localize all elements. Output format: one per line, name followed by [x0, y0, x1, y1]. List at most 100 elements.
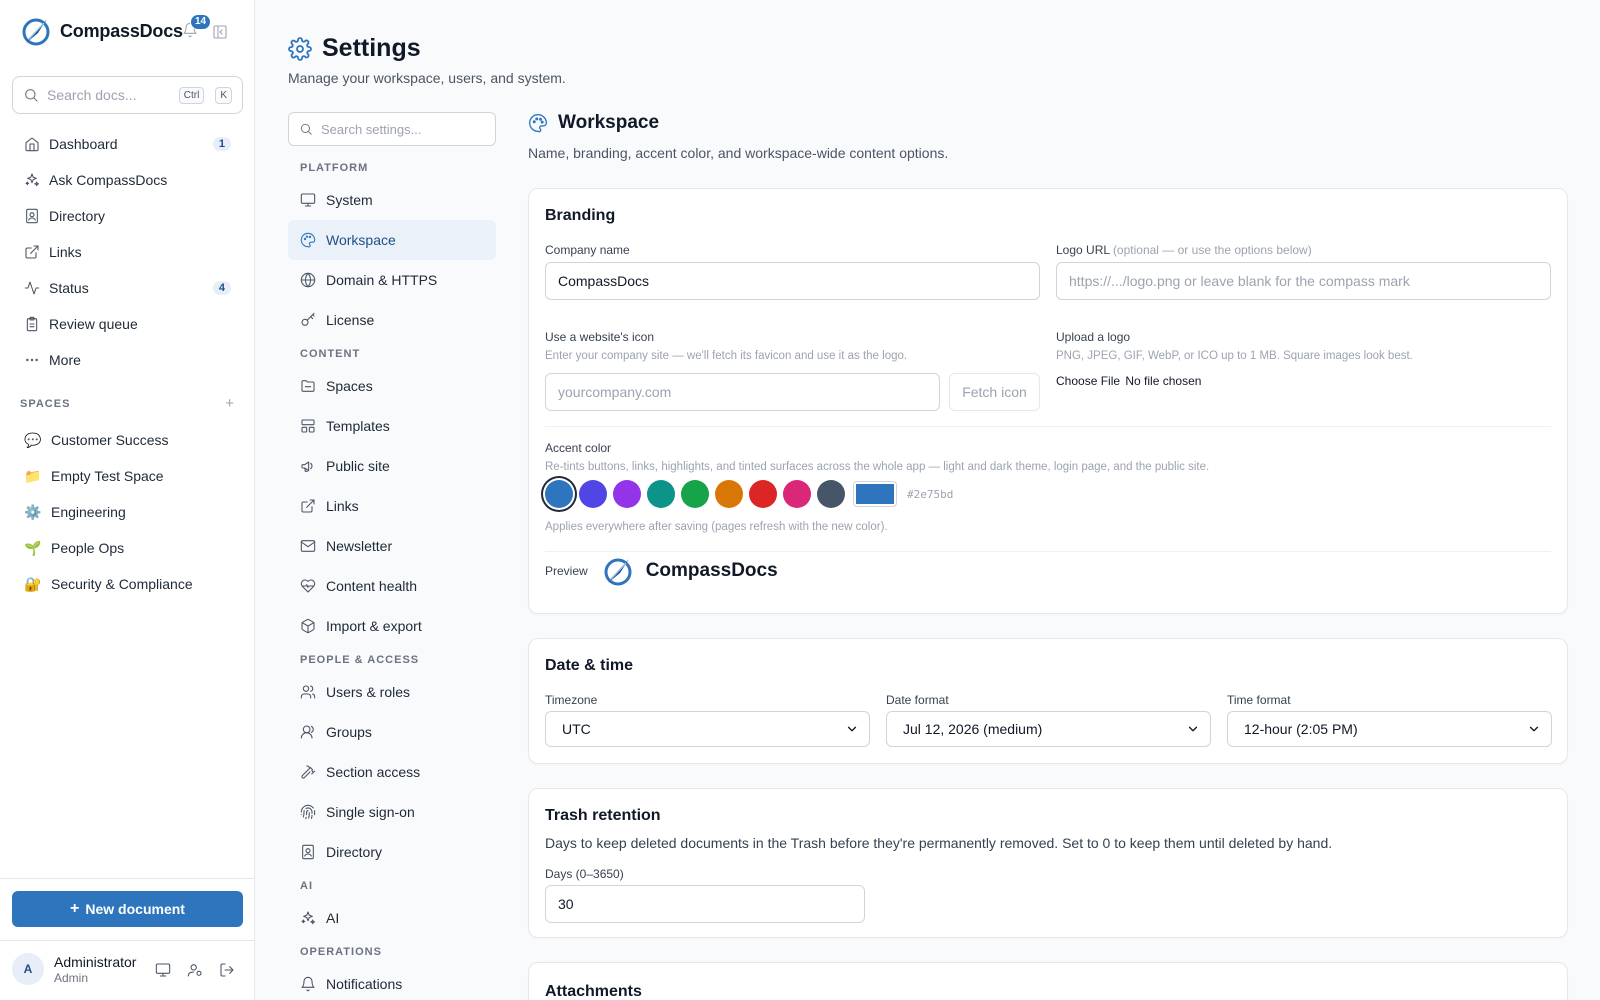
user-actions	[155, 962, 235, 978]
website-input[interactable]: yourcompany.com	[545, 373, 940, 411]
settings-nav-import-and-export[interactable]: Import & export	[288, 606, 496, 646]
space-item-people-ops[interactable]: 🌱 People Ops	[12, 530, 243, 566]
settings-nav-label: Users & roles	[326, 684, 411, 700]
file-picker[interactable]: Choose File No file chosen	[1056, 374, 1201, 388]
upload-logo-label: Upload a logo	[1056, 330, 1131, 344]
accent-swatch[interactable]	[545, 480, 573, 508]
plus-icon: +	[70, 900, 80, 917]
add-space-button[interactable]: +	[225, 396, 235, 411]
settings-nav-content-health[interactable]: Content health	[288, 566, 496, 606]
accent-swatch[interactable]	[749, 480, 777, 508]
spaces-header-label: SPACES	[20, 398, 71, 410]
hammer-icon	[301, 765, 316, 779]
accent-swatch[interactable]	[647, 480, 675, 508]
preview-name: CompassDocs	[645, 560, 778, 581]
settings-nav-groups[interactable]: Groups	[288, 712, 496, 752]
sidebar-item-more[interactable]: More	[12, 342, 243, 378]
user-role: Admin	[54, 970, 89, 985]
notifications-button[interactable]: 14	[182, 14, 212, 40]
attachments-card: Attachments	[528, 962, 1568, 1000]
settings-nav-section-access[interactable]: Section access	[288, 752, 496, 792]
settings-nav-notifications[interactable]: Notifications	[288, 964, 496, 1000]
space-item-customer-success[interactable]: 💬 Customer Success	[12, 422, 243, 458]
accent-swatch[interactable]	[783, 480, 811, 508]
settings-nav-label: Templates	[326, 418, 390, 434]
user-settings-icon[interactable]	[187, 962, 203, 978]
space-item-engineering[interactable]: ⚙️ Engineering	[12, 494, 243, 530]
new-document-button[interactable]: + New document	[12, 891, 243, 927]
accent-swatch[interactable]	[817, 480, 845, 508]
accent-swatch[interactable]	[579, 480, 607, 508]
settings-nav-users-and-roles[interactable]: Users & roles	[288, 672, 496, 712]
settings-nav-system[interactable]: System	[288, 180, 496, 220]
space-item-empty-test-space[interactable]: 📁 Empty Test Space	[12, 458, 243, 494]
settings-nav-links[interactable]: Links	[288, 486, 496, 526]
new-document-label: New document	[85, 901, 185, 917]
timezone-label: Timezone	[545, 693, 598, 707]
chevron-down-icon	[847, 726, 857, 732]
sidebar-divider	[0, 878, 255, 879]
user-name: Administrator	[54, 953, 137, 970]
docs-search-input[interactable]: Search docs... Ctrl K	[12, 76, 243, 114]
logo-url-input[interactable]: https://.../logo.png or leave blank for …	[1056, 262, 1551, 300]
accent-swatch[interactable]	[613, 480, 641, 508]
settings-nav-label: Public site	[326, 458, 390, 474]
settings-nav-workspace[interactable]: Workspace	[288, 220, 496, 260]
collapse-sidebar-button[interactable]	[212, 24, 228, 40]
accent-color-label: Accent color	[545, 441, 612, 455]
settings-groups: PLATFORM System Workspace Domain & HTTPS Lic…	[288, 154, 496, 1000]
choose-file-button[interactable]: Choose File	[1056, 374, 1120, 388]
settings-nav-single-sign-on[interactable]: Single sign-on	[288, 792, 496, 832]
company-name-input[interactable]: CompassDocs	[545, 262, 1040, 300]
main-content: Settings Manage your workspace, users, a…	[256, 0, 1600, 1000]
spaces-list: 💬 Customer Success 📁 Empty Test Space ⚙️ Engi…	[12, 422, 243, 602]
palette-icon	[529, 114, 547, 133]
settings-nav-label: Links	[326, 498, 359, 514]
no-file-text: No file chosen	[1125, 374, 1202, 388]
timezone-value: UTC	[562, 721, 591, 737]
settings-nav-newsletter[interactable]: Newsletter	[288, 526, 496, 566]
sidebar-item-status[interactable]: Status 4	[12, 270, 243, 306]
sidebar-item-directory[interactable]: Directory	[12, 198, 243, 234]
settings-nav-ai[interactable]: AI	[288, 898, 496, 938]
settings-search-input[interactable]: Search settings...	[288, 112, 496, 146]
accent-swatch[interactable]	[715, 480, 743, 508]
settings-nav-license[interactable]: License	[288, 300, 496, 340]
package-icon	[301, 618, 315, 634]
logout-icon[interactable]	[219, 962, 235, 978]
sidebar-item-ask-compassdocs[interactable]: Ask CompassDocs	[12, 162, 243, 198]
sidebar-item-review-queue[interactable]: Review queue	[12, 306, 243, 342]
fetch-icon-button[interactable]: Fetch icon	[949, 373, 1040, 411]
sidebar-item-label: Links	[49, 244, 82, 260]
compass-logo-icon	[604, 558, 632, 586]
settings-nav-label: Groups	[326, 724, 372, 740]
date-format-select[interactable]: Jul 12, 2026 (medium)	[886, 711, 1211, 747]
timezone-select[interactable]: UTC	[545, 711, 870, 747]
avatar: A	[12, 953, 44, 985]
chevron-down-icon	[1529, 726, 1539, 732]
accent-swatch[interactable]	[681, 480, 709, 508]
user-profile[interactable]: A Administrator Admin	[12, 953, 136, 985]
space-item-security-and-compliance[interactable]: 🔐 Security & Compliance	[12, 566, 243, 602]
app-brand[interactable]: CompassDocs	[20, 15, 183, 47]
sidebar-item-links[interactable]: Links	[12, 234, 243, 270]
settings-nav-templates[interactable]: Templates	[288, 406, 496, 446]
sidebar-item-label: Directory	[49, 208, 106, 224]
space-emoji-icon: 🌱	[24, 539, 42, 556]
settings-nav-spaces[interactable]: Spaces	[288, 366, 496, 406]
users-icon	[300, 685, 316, 699]
spaces-header: SPACES +	[20, 396, 235, 411]
settings-nav-public-site[interactable]: Public site	[288, 446, 496, 486]
time-format-label: Time format	[1227, 693, 1291, 707]
sidebar-item-dashboard[interactable]: Dashboard 1	[12, 126, 243, 162]
trash-title: Trash retention	[545, 807, 661, 824]
settings-nav: Search settings... PLATFORM System Workspa…	[288, 112, 496, 1000]
settings-nav-label: Content health	[326, 578, 418, 594]
sidebar: CompassDocs 14 Search docs... Ctrl K Dash…	[0, 0, 255, 1000]
custom-color-picker[interactable]	[853, 481, 897, 507]
settings-nav-directory[interactable]: Directory	[288, 832, 496, 872]
time-format-select[interactable]: 12-hour (2:05 PM)	[1227, 711, 1552, 747]
trash-days-input[interactable]: 30	[545, 885, 865, 923]
monitor-icon[interactable]	[155, 962, 171, 978]
settings-nav-domain-and-https[interactable]: Domain & HTTPS	[288, 260, 496, 300]
